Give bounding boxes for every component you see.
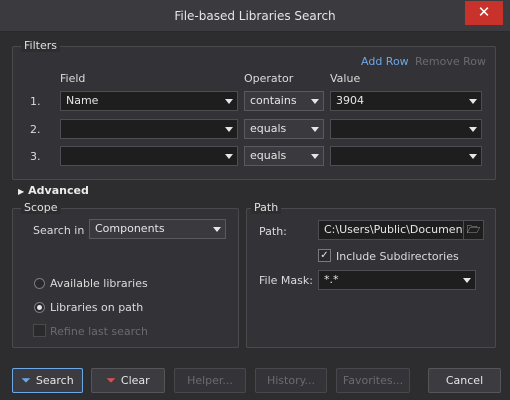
history-button-label: History...: [266, 374, 316, 387]
field-combo-3[interactable]: [60, 146, 238, 166]
path-value: C:\Users\Public\Documents\: [324, 223, 464, 236]
row-index-2: 2.: [30, 123, 41, 136]
refine-last-search-label: Refine last search: [50, 325, 148, 338]
chevron-down-icon: [311, 127, 319, 132]
browse-button[interactable]: 🗁: [464, 220, 484, 240]
advanced-toggle[interactable]: ▶ Advanced: [18, 184, 89, 197]
chevron-down-icon: [225, 154, 233, 159]
triangle-right-icon: ▶: [18, 187, 25, 196]
operator-combo-2[interactable]: equals: [244, 119, 324, 139]
operator-combo-1[interactable]: contains: [244, 91, 324, 111]
field-combo-1[interactable]: Name: [60, 91, 238, 111]
cancel-button[interactable]: Cancel: [428, 368, 501, 393]
path-label: Path:: [259, 225, 287, 238]
search-button[interactable]: ⏷ Search: [12, 368, 83, 393]
row-index-3: 3.: [30, 150, 41, 163]
include-subdirectories-checkbox[interactable]: ✓: [318, 249, 331, 262]
field-value-1: Name: [66, 94, 99, 107]
libraries-on-path-radio[interactable]: [34, 302, 45, 313]
operator-value-1: contains: [250, 94, 297, 107]
libraries-on-path-label[interactable]: Libraries on path: [50, 301, 143, 314]
close-icon: ✕: [477, 3, 491, 21]
search-in-value: Components: [95, 222, 165, 235]
favorites-button-label: Favorites...: [342, 374, 404, 387]
chevron-down-icon: [311, 99, 319, 104]
close-button[interactable]: ✕: [465, 1, 503, 25]
add-row-link[interactable]: Add Row: [361, 55, 409, 68]
operator-header: Operator: [244, 72, 294, 85]
search-button-label: Search: [35, 374, 74, 387]
operator-combo-3[interactable]: equals: [244, 146, 324, 166]
refine-last-search-checkbox: [33, 324, 46, 337]
clear-button-label: Clear: [120, 374, 150, 387]
search-in-combo[interactable]: Components: [89, 219, 226, 239]
value-combo-2[interactable]: [330, 119, 482, 139]
operator-value-2: equals: [250, 122, 287, 135]
chevron-down-icon: [225, 99, 233, 104]
available-libraries-label[interactable]: Available libraries: [50, 277, 148, 290]
value-value-1: 3904: [336, 94, 364, 107]
helper-button: Helper...: [174, 368, 246, 393]
chevron-down-icon: [469, 127, 477, 132]
field-combo-2[interactable]: [60, 119, 238, 139]
chevron-down-icon: [213, 227, 221, 232]
chevron-down-icon: [463, 278, 471, 283]
clear-button[interactable]: ⏷ Clear: [91, 368, 165, 393]
helper-button-label: Helper...: [187, 374, 233, 387]
file-mask-combo[interactable]: *.*: [318, 270, 476, 290]
path-group-title: Path: [251, 201, 282, 214]
value-combo-3[interactable]: [330, 146, 482, 166]
cancel-button-label: Cancel: [445, 374, 484, 387]
chevron-down-icon: [225, 127, 233, 132]
value-combo-1[interactable]: 3904: [330, 91, 482, 111]
file-mask-label: File Mask:: [259, 274, 313, 287]
history-button: History...: [255, 368, 327, 393]
advanced-label: Advanced: [28, 184, 89, 197]
chevron-down-icon: [311, 154, 319, 159]
chevron-down-icon: [469, 154, 477, 159]
file-mask-value: *.*: [324, 273, 339, 286]
filters-group-title: Filters: [21, 39, 60, 52]
include-subdirectories-label[interactable]: Include Subdirectories: [336, 250, 459, 263]
row-index-1: 1.: [30, 95, 41, 108]
folder-open-icon: 🗁: [466, 223, 481, 236]
funnel-clear-icon: ⏷: [106, 373, 116, 387]
checkmark-icon: ✓: [320, 250, 329, 261]
available-libraries-radio[interactable]: [34, 278, 45, 289]
chevron-down-icon: [469, 99, 477, 104]
favorites-button: Favorites...: [336, 368, 410, 393]
remove-row-link: Remove Row: [415, 55, 487, 68]
path-input[interactable]: C:\Users\Public\Documents\: [318, 220, 464, 240]
scope-group-title: Scope: [21, 201, 61, 214]
operator-value-3: equals: [250, 149, 287, 162]
value-header: Value: [330, 72, 361, 85]
field-header: Field: [60, 72, 86, 85]
search-in-label: Search in: [33, 224, 85, 237]
funnel-icon: ⏷: [21, 373, 31, 387]
window-title: File-based Libraries Search: [174, 9, 336, 23]
